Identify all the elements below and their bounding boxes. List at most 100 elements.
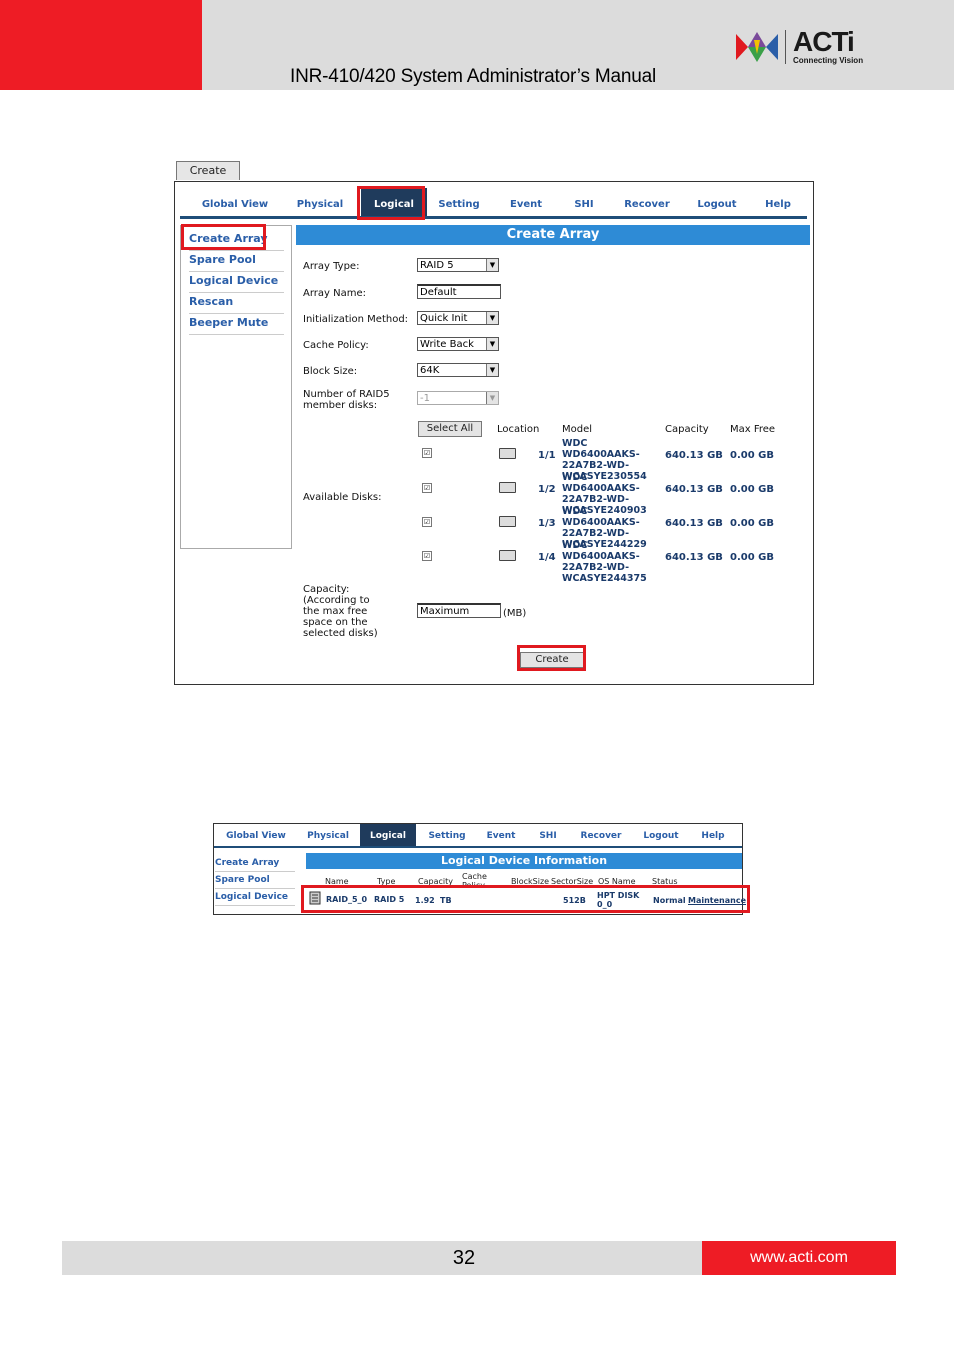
- capacity-label-5: selected disks): [303, 628, 378, 639]
- array-name-label: Array Name:: [303, 288, 366, 299]
- capacity-label-3: the max free: [303, 606, 368, 617]
- disk-checkbox[interactable]: ☑: [422, 483, 432, 493]
- model-line: WDC WD6400AAKS-: [562, 540, 640, 562]
- hard-disk-icon: [499, 550, 516, 561]
- members-select[interactable]: -1 ▼: [417, 391, 499, 405]
- init-method-select[interactable]: Quick Init ▼: [417, 311, 499, 325]
- create-array-highlight: [181, 224, 266, 250]
- block-size-label: Block Size:: [303, 366, 358, 377]
- model-line: 22A7B2-WD-: [562, 562, 630, 573]
- disk-checkbox[interactable]: ☑: [422, 517, 432, 527]
- nav-logout[interactable]: Logout: [638, 824, 684, 846]
- cache-policy-label: Cache Policy:: [303, 340, 369, 351]
- col-cache: Cache: [462, 872, 487, 881]
- nav-logout[interactable]: Logout: [688, 188, 746, 216]
- capacity-label-1: Capacity:: [303, 584, 350, 595]
- disk-capacity: 640.13 GB: [665, 450, 723, 461]
- logo-divider: [785, 30, 786, 64]
- dropdown-arrow-icon: ▼: [486, 338, 498, 350]
- array-type-value: RAID 5: [420, 260, 454, 271]
- nav-logical[interactable]: Logical: [360, 824, 416, 846]
- nav-recover[interactable]: Recover: [576, 824, 626, 846]
- sidebar-item-spare-pool[interactable]: Spare Pool: [215, 872, 295, 889]
- model-line: WDC WD6400AAKS-: [562, 472, 640, 494]
- hard-disk-icon: [499, 482, 516, 493]
- block-size-value: 64K: [420, 365, 440, 376]
- nav-global-view[interactable]: Global View: [198, 188, 272, 216]
- col-location: Location: [497, 424, 540, 435]
- sidebar-item-create-array[interactable]: Create Array: [215, 855, 295, 872]
- array-name-input[interactable]: Default: [417, 284, 501, 299]
- acti-logo-icon: [736, 32, 778, 62]
- members-label-2: member disks:: [303, 400, 378, 411]
- nav-recover[interactable]: Recover: [617, 188, 677, 216]
- hard-disk-icon: [499, 448, 516, 459]
- disk-max-free: 0.00 GB: [730, 484, 774, 495]
- disk-model: WDC WD6400AAKS- 22A7B2-WD- WCASYE244375: [562, 540, 667, 584]
- create-array-screenshot: Global View Physical Logical Setting Eve…: [174, 181, 814, 685]
- sidebar-item-beeper-mute[interactable]: Beeper Mute: [189, 314, 284, 335]
- nav-help[interactable]: Help: [696, 824, 730, 846]
- footer-url[interactable]: www.acti.com: [702, 1241, 896, 1275]
- sidebar-item-rescan[interactable]: Rescan: [189, 293, 284, 314]
- disk-max-free: 0.00 GB: [730, 518, 774, 529]
- disk-capacity: 640.13 GB: [665, 484, 723, 495]
- nav-setting[interactable]: Setting: [424, 824, 470, 846]
- nav-event[interactable]: Event: [504, 188, 548, 216]
- create-tab[interactable]: Create: [176, 161, 240, 180]
- col-model: Model: [562, 424, 593, 435]
- disk-capacity: 640.13 GB: [665, 552, 723, 563]
- disk-location: 1/3: [538, 518, 556, 529]
- dropdown-arrow-icon: ▼: [486, 312, 498, 324]
- nav-physical[interactable]: Physical: [290, 188, 350, 216]
- sidebar-item-logical-device[interactable]: Logical Device: [189, 272, 284, 293]
- nav-shi[interactable]: SHI: [568, 188, 600, 216]
- init-method-label: Initialization Method:: [303, 314, 409, 325]
- model-line: WCASYE244375: [562, 573, 647, 584]
- acti-logo-tagline: Connecting Vision: [793, 56, 864, 65]
- disk-location: 1/4: [538, 552, 556, 563]
- capacity-label-2: (According to: [303, 595, 370, 606]
- dropdown-arrow-icon: ▼: [486, 259, 498, 271]
- block-size-select[interactable]: 64K ▼: [417, 363, 499, 377]
- disk-max-free: 0.00 GB: [730, 552, 774, 563]
- top-nav: Global View Physical Logical Setting Eve…: [214, 824, 742, 848]
- device-row-highlight: [301, 885, 750, 913]
- available-disks-label: Available Disks:: [303, 492, 382, 503]
- array-type-select[interactable]: RAID 5 ▼: [417, 258, 499, 272]
- init-method-value: Quick Init: [420, 313, 468, 324]
- top-nav: Global View Physical Logical Setting Eve…: [180, 188, 807, 219]
- hard-disk-icon: [499, 516, 516, 527]
- capacity-input[interactable]: Maximum: [417, 603, 501, 618]
- sidebar-item-logical-device[interactable]: Logical Device: [215, 889, 295, 906]
- nav-physical[interactable]: Physical: [302, 824, 354, 846]
- model-line: WDC WD6400AAKS-: [562, 438, 640, 460]
- nav-event[interactable]: Event: [482, 824, 520, 846]
- model-line: 22A7B2-WD-: [562, 528, 630, 539]
- capacity-unit: (MB): [503, 608, 527, 619]
- form-title: Create Array: [296, 225, 810, 245]
- col-capacity: Capacity: [665, 424, 709, 435]
- nav-help[interactable]: Help: [758, 188, 798, 216]
- disk-max-free: 0.00 GB: [730, 450, 774, 461]
- page-number: 32: [452, 1247, 476, 1269]
- dropdown-arrow-icon: ▼: [486, 392, 498, 404]
- nav-global-view[interactable]: Global View: [224, 824, 288, 846]
- disk-location: 1/1: [538, 450, 556, 461]
- cache-policy-select[interactable]: Write Back ▼: [417, 337, 499, 351]
- disk-checkbox[interactable]: ☑: [422, 448, 432, 458]
- nav-setting[interactable]: Setting: [434, 188, 484, 216]
- col-max-free: Max Free: [730, 424, 776, 435]
- disk-checkbox[interactable]: ☑: [422, 551, 432, 561]
- select-all-button[interactable]: Select All: [418, 421, 482, 437]
- logical-highlight: [357, 186, 425, 220]
- sidebar-item-spare-pool[interactable]: Spare Pool: [189, 251, 284, 272]
- nav-shi[interactable]: SHI: [534, 824, 562, 846]
- sidebar: Create Array Spare Pool Logical Device R…: [180, 225, 292, 549]
- acti-logo-text: ACTi: [793, 26, 855, 57]
- model-line: 22A7B2-WD-: [562, 460, 630, 471]
- model-line: 22A7B2-WD-: [562, 494, 630, 505]
- disk-capacity: 640.13 GB: [665, 518, 723, 529]
- create-button-highlight: [517, 645, 586, 671]
- capacity-label-4: space on the: [303, 617, 368, 628]
